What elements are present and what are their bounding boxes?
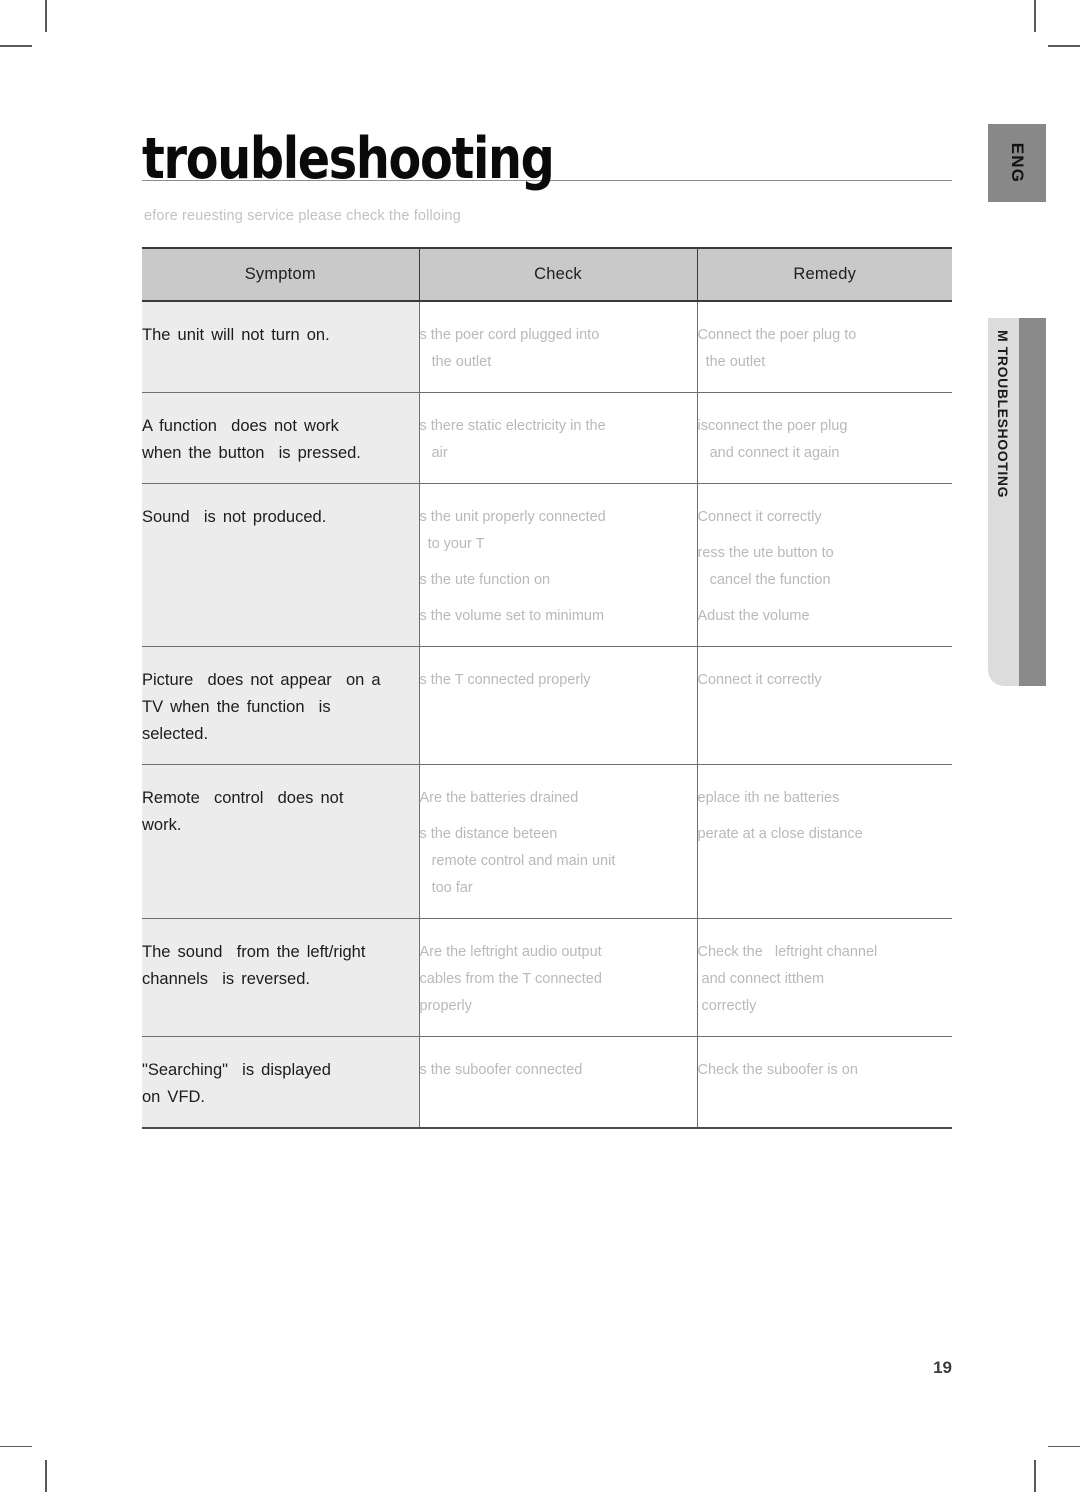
column-header-check: Check <box>418 247 697 302</box>
table-row: Picture does not appear on a TV when the… <box>142 646 952 765</box>
table-row: A function does not work when the button… <box>142 392 952 484</box>
cell-symptom: Sound is not produced. <box>142 483 419 647</box>
cell-remedy: Connect it correctly ress the ute button … <box>696 483 953 647</box>
page-title: troubleshooting <box>142 126 555 192</box>
table-body: The unit will not turn on. s the poer cor… <box>142 301 953 1129</box>
cell-line: eplace ith ne batteries <box>697 790 840 806</box>
cell-line: s there static electricity in the air <box>419 418 606 461</box>
troubleshooting-table: Symptom Check Remedy The unit will not t… <box>142 247 952 1129</box>
cell-line: s the T connected properly <box>419 672 591 688</box>
cell-line: Check the suboofer is on <box>697 1062 858 1078</box>
cell-check: s there static electricity in the air <box>418 392 697 484</box>
cell-line: perate at a close distance <box>697 826 863 842</box>
cell-line-gap <box>420 594 697 603</box>
column-header-remedy: Remedy <box>696 247 952 302</box>
cell-line: Are the leftright audio output cables fr… <box>419 944 602 1014</box>
cell-check: s the unit properly connected to your T s… <box>418 483 697 647</box>
cell-line: s the volume set to minimum <box>419 608 605 624</box>
table-header-row: Symptom Check Remedy <box>142 247 952 302</box>
cell-line: Are the batteries drained <box>419 790 579 806</box>
crop-mark-bottom-right-horizontal <box>1048 1445 1080 1447</box>
cell-check: s the suboofer connected <box>418 1036 697 1129</box>
cell-line: Connect it correctly <box>697 509 822 525</box>
crop-mark-bottom-left-horizontal <box>0 1445 32 1447</box>
cell-symptom: Remote control does not work. <box>142 764 419 919</box>
cell-symptom: The sound from the left/right channels i… <box>142 918 419 1037</box>
side-tab-language: ENG <box>988 124 1046 202</box>
cell-remedy: Check the suboofer is on <box>696 1036 952 1129</box>
cell-line: ress the ute button to cancel the functi… <box>697 545 834 588</box>
cell-check: Are the leftright audio output cables fr… <box>418 918 697 1037</box>
crop-mark-bottom-left-vertical <box>45 1460 47 1492</box>
cell-remedy: isconnect the poer plug and connect it a… <box>696 392 952 484</box>
cell-line: s the poer cord plugged into the outlet <box>419 327 600 370</box>
column-header-symptom: Symptom <box>142 247 419 302</box>
side-tab-section-label: M TROUBLESHOOTING <box>995 330 1011 499</box>
table-row: The unit will not turn on. s the poer cor… <box>142 301 952 393</box>
page-content: troubleshooting efore reuesting service … <box>142 0 952 1492</box>
cell-check: s the T connected properly <box>418 646 697 765</box>
cell-line: Connect the poer plug to the outlet <box>697 327 857 370</box>
cell-line-gap <box>698 531 953 540</box>
page-number: 19 <box>933 1358 952 1377</box>
cell-line-gap <box>420 812 697 821</box>
cell-line-gap <box>698 594 953 603</box>
cell-line: s the ute function on <box>419 572 551 588</box>
cell-line: s the suboofer connected <box>419 1062 583 1078</box>
cell-line: Connect it correctly <box>697 672 822 688</box>
cell-symptom: "Searching" is displayed on VFD. <box>142 1036 419 1129</box>
table-row: Sound is not produced. s the unit properl… <box>142 483 953 647</box>
table-row: The sound from the left/right channels i… <box>142 918 952 1037</box>
cell-symptom: A function does not work when the button… <box>142 392 419 484</box>
cell-symptom: Picture does not appear on a TV when the… <box>142 646 419 765</box>
cell-remedy: Connect it correctly <box>696 646 952 765</box>
side-tab-section: M TROUBLESHOOTING <box>988 318 1046 686</box>
crop-mark-bottom-right-vertical <box>1034 1460 1036 1492</box>
cell-line: s the unit properly connected to your T <box>419 509 606 552</box>
table-row: "Searching" is displayed on VFD. s the su… <box>142 1036 952 1129</box>
cell-line-gap <box>698 812 953 821</box>
crop-mark-top-left-horizontal <box>0 45 32 47</box>
table-row: Remote control does not work. Are the bat… <box>142 764 953 919</box>
crop-mark-top-right-horizontal <box>1048 45 1080 47</box>
cell-line-gap <box>420 558 697 567</box>
title-block: troubleshooting <box>142 118 952 188</box>
cell-line: Adust the volume <box>697 608 810 624</box>
cell-symptom: The unit will not turn on. <box>142 301 419 393</box>
cell-remedy: Check the leftright channel and connect … <box>696 918 952 1037</box>
crop-mark-top-left-vertical <box>45 0 47 32</box>
side-tab-language-label: ENG <box>1008 142 1027 184</box>
page-subtitle: efore reuesting service please check the… <box>144 208 461 224</box>
cell-line: isconnect the poer plug and connect it a… <box>697 418 848 461</box>
side-tab-section-dark-band <box>1019 318 1046 686</box>
cell-remedy: Connect the poer plug to the outlet <box>696 301 952 393</box>
cell-remedy: eplace ith ne batteries perate at a close… <box>696 764 953 919</box>
table-header: Symptom Check Remedy <box>142 247 952 302</box>
cell-check: s the poer cord plugged into the outlet <box>418 301 697 393</box>
cell-line: s the distance beteen remote control and… <box>419 826 616 896</box>
cell-line: Check the leftright channel and connect … <box>697 944 878 1014</box>
cell-check: Are the batteries drained s the distance … <box>418 764 697 919</box>
crop-mark-top-right-vertical <box>1034 0 1036 32</box>
